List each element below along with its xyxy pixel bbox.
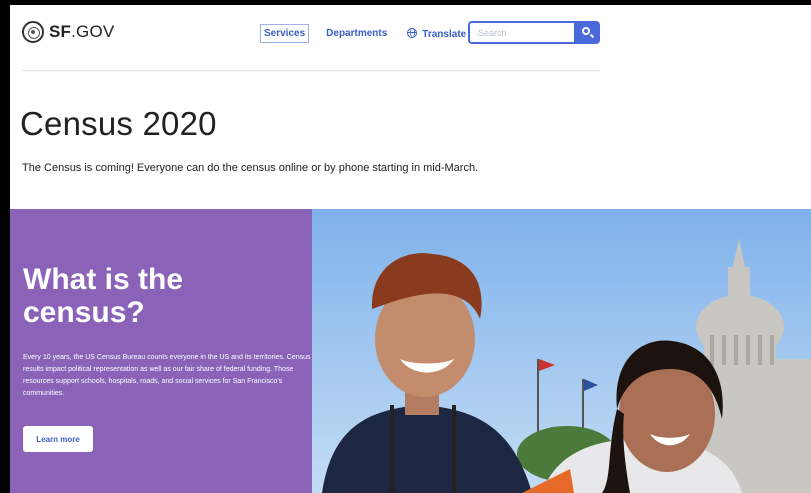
nav-services[interactable]: Services — [260, 24, 310, 43]
city-seal-icon — [22, 21, 44, 43]
hero-text-panel: What is the census? Every 10 years, the … — [10, 209, 312, 493]
nav-translate[interactable]: Translate — [404, 25, 469, 43]
search-form — [468, 21, 600, 44]
hero-heading: What is the census? — [23, 263, 184, 329]
logo-text: SF.GOV — [49, 22, 115, 41]
header-divider — [22, 70, 600, 71]
globe-icon — [407, 27, 418, 38]
search-icon — [582, 27, 590, 35]
page-subtitle: The Census is coming! Everyone can do th… — [22, 162, 479, 174]
main-nav: Services Departments Translate — [260, 24, 469, 43]
hero-banner: What is the census? Every 10 years, the … — [10, 209, 811, 493]
browser-viewport: SF.GOV Services Departments Translate Ce… — [10, 5, 811, 493]
site-header: SF.GOV Services Departments Translate — [10, 5, 811, 71]
learn-more-button[interactable]: Learn more — [23, 426, 93, 452]
translate-label: Translate — [422, 28, 467, 40]
sf-gov-logo[interactable]: SF.GOV — [22, 21, 114, 43]
hero-photo-illustration — [312, 209, 811, 493]
hero-photo — [312, 209, 811, 493]
search-input[interactable] — [468, 21, 574, 44]
search-button[interactable] — [574, 21, 600, 44]
hero-body: Every 10 years, the US Census Bureau cou… — [23, 354, 311, 397]
nav-departments[interactable]: Departments — [323, 25, 390, 42]
page-title: Census 2020 — [20, 105, 217, 142]
